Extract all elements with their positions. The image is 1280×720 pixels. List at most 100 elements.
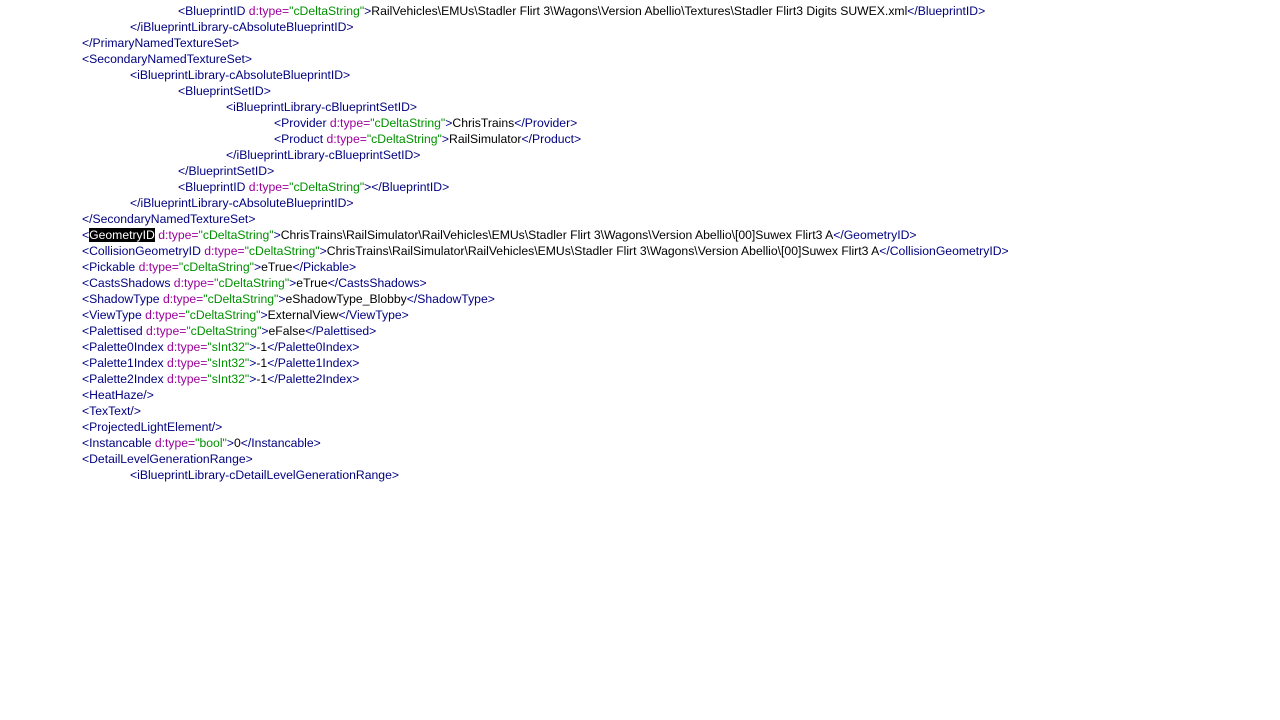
line-open-blueprintsetid[interactable]: <BlueprintSetID> [178,83,271,99]
xml-attribute-value: "cDeltaString" [370,116,446,130]
xml-attribute: d:type= [248,180,290,194]
xml-attribute: d:type= [329,116,371,130]
xml-viewer: <BlueprintID d:type="cDeltaString">RailV… [0,0,1280,720]
line-viewtype[interactable]: <ViewType d:type="cDeltaString">External… [82,307,409,323]
xml-markup: </Pickable> [292,260,357,274]
xml-markup: </Product> [521,132,582,146]
line-textext[interactable]: <TexText/> [82,403,141,419]
line-pickable[interactable]: <Pickable d:type="cDeltaString">eTrue</P… [82,259,356,275]
line-close-secondary-texture-set[interactable]: </SecondaryNamedTextureSet> [82,211,255,227]
xml-markup: </Palette2Index> [267,372,360,386]
line-shadowtype[interactable]: <ShadowType d:type="cDeltaString">eShado… [82,291,495,307]
xml-text: eFalse [268,324,306,338]
xml-markup: </Palette0Index> [267,340,360,354]
xml-text: eTrue [296,276,328,290]
xml-attribute-value: "sInt32" [207,340,250,354]
xml-code-pane[interactable]: <BlueprintID d:type="cDeltaString">RailV… [0,0,1280,484]
xml-text: 0 [234,436,241,450]
xml-markup: <ShadowType [82,292,163,306]
xml-markup: </PrimaryNamedTextureSet> [82,36,240,50]
xml-markup: </GeometryID> [833,228,917,242]
line-collisiongeometryid[interactable]: <CollisionGeometryID d:type="cDeltaStrin… [82,243,1009,259]
xml-markup: > [273,228,281,242]
xml-markup: <BlueprintID [178,4,249,18]
line-heathaze[interactable]: <HeatHaze/> [82,387,154,403]
xml-attribute-value: "cDeltaString" [214,276,290,290]
xml-attribute-value: "cDeltaString" [185,308,261,322]
xml-attribute: d:type= [204,244,245,258]
xml-markup: </BlueprintID> [907,4,986,18]
line-open-absolute-blueprintid[interactable]: <iBlueprintLibrary-cAbsoluteBlueprintID> [130,67,350,83]
xml-attribute-value: "cDeltaString" [366,132,442,146]
xml-markup: <CastsShadows [82,276,174,290]
xml-markup: <HeatHaze/> [82,388,154,402]
xml-attribute: d:type= [167,372,208,386]
xml-markup: </Provider> [514,116,578,130]
xml-attribute: d:type= [326,132,367,146]
xml-markup: > [261,324,269,338]
xml-attribute: d:type= [146,324,187,338]
line-open-cblueprintsetid[interactable]: <iBlueprintLibrary-cBlueprintSetID> [226,99,417,115]
xml-markup: <Palettised [82,324,147,338]
xml-markup: <DetailLevelGenerationRange> [82,452,253,466]
selected-text[interactable]: GeometryID [89,228,155,242]
xml-markup: </Palettised> [305,324,377,338]
xml-markup: <BlueprintSetID> [178,84,271,98]
xml-attribute-value: "cDeltaString" [289,180,365,194]
xml-markup: </iBlueprintLibrary-cBlueprintSetID> [226,148,421,162]
line-close-cblueprintsetid[interactable]: </iBlueprintLibrary-cBlueprintSetID> [226,147,420,163]
line-detaillevelgenerationrange[interactable]: <DetailLevelGenerationRange> [82,451,253,467]
line-geometryid[interactable]: <GeometryID d:type="cDeltaString">ChrisT… [82,227,917,243]
xml-attribute-value: "cDeltaString" [186,324,262,338]
line-projectedlightelement[interactable]: <ProjectedLightElement/> [82,419,222,435]
line-close-primary-texture-set[interactable]: </PrimaryNamedTextureSet> [82,35,239,51]
xml-markup: <TexText/> [82,404,141,418]
xml-markup: <Instancable [82,436,155,450]
xml-markup: </ViewType> [338,308,409,322]
xml-attribute: d:type= [248,4,290,18]
line-castsshadows[interactable]: <CastsShadows d:type="cDeltaString">eTru… [82,275,427,291]
xml-markup: <iBlueprintLibrary-cBlueprintSetID> [226,100,418,114]
xml-attribute-value: "sInt32" [207,356,250,370]
xml-attribute: d:type= [162,292,204,306]
line-close-absolute-blueprintid-2[interactable]: </iBlueprintLibrary-cAbsoluteBlueprintID… [130,195,354,211]
xml-attribute: d:type= [145,308,186,322]
line-close-absolute-blueprintid[interactable]: </iBlueprintLibrary-cAbsoluteBlueprintID… [130,19,354,35]
line-blueprintid-digits[interactable]: <BlueprintID d:type="cDeltaString">RailV… [178,3,985,19]
line-palette2index[interactable]: <Palette2Index d:type="sInt32">-1</Palet… [82,371,359,387]
line-palette0index[interactable]: <Palette0Index d:type="sInt32">-1</Palet… [82,339,359,355]
xml-text: -1 [256,372,268,386]
xml-markup: </Palette1Index> [267,356,360,370]
xml-attribute-value: "cDeltaString" [289,4,365,18]
xml-markup: <iBlueprintLibrary-cAbsoluteBlueprintID> [130,68,351,82]
line-open-secondary-texture-set[interactable]: <SecondaryNamedTextureSet> [82,51,252,67]
xml-markup: <Pickable [82,260,139,274]
xml-markup: <Palette1Index [82,356,168,370]
line-close-blueprintsetid[interactable]: </BlueprintSetID> [178,163,274,179]
xml-markup: <CollisionGeometryID [82,244,205,258]
xml-markup: <SecondaryNamedTextureSet> [82,52,253,66]
xml-text: ChrisTrains\RailSimulator\RailVehicles\E… [326,244,880,258]
xml-markup: <Provider [274,116,330,130]
line-palette1index[interactable]: <Palette1Index d:type="sInt32">-1</Palet… [82,355,359,371]
line-provider[interactable]: <Provider d:type="cDeltaString">ChrisTra… [274,115,577,131]
xml-attribute: d:type= [167,340,208,354]
xml-text: ChrisTrains\RailSimulator\RailVehicles\E… [280,228,834,242]
line-instancable[interactable]: <Instancable d:type="bool">0</Instancabl… [82,435,321,451]
line-palettised[interactable]: <Palettised d:type="cDeltaString">eFalse… [82,323,376,339]
line-partial-cut-off[interactable]: <iBlueprintLibrary-cDetailLevelGeneratio… [130,467,399,483]
xml-markup: > [441,132,450,146]
xml-markup: <Palette2Index [82,372,168,386]
xml-text: RailVehicles\EMUs\Stadler Flirt 3\Wagons… [371,4,908,18]
line-product[interactable]: <Product d:type="cDeltaString">RailSimul… [274,131,581,147]
xml-text: RailSimulator [449,132,522,146]
xml-markup: </ShadowType> [406,292,495,306]
xml-markup: > [319,244,327,258]
xml-attribute-value: "cDeltaString" [178,260,254,274]
xml-text: eTrue [261,260,293,274]
xml-markup: <ViewType [82,308,146,322]
line-blueprintid-empty[interactable]: <BlueprintID d:type="cDeltaString"></Blu… [178,179,449,195]
xml-attribute: d:type= [158,228,199,242]
xml-markup: <Palette0Index [82,340,168,354]
xml-markup: </iBlueprintLibrary-cAbsoluteBlueprintID… [130,20,354,34]
